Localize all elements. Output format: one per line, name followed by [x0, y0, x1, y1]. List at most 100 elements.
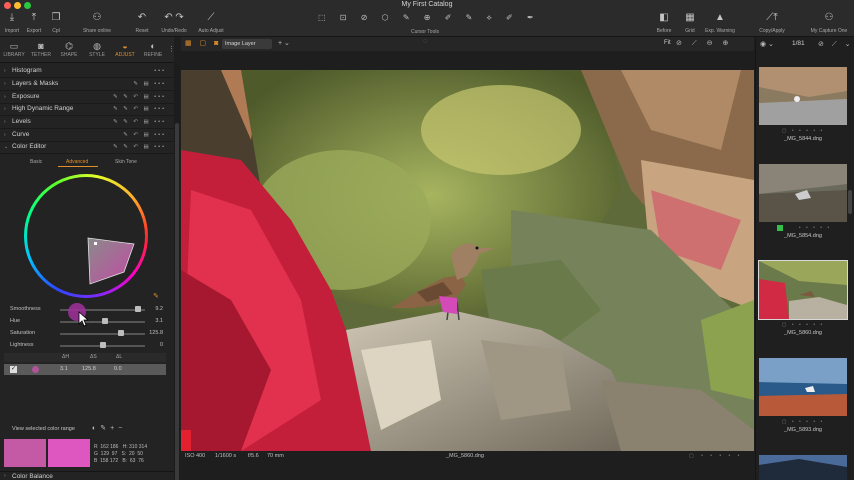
grid-button[interactable]: ▦ Grid [680, 12, 700, 34]
main-toolbar: My First Catalog ⤓ Import ⤒ Export ❐ Cpl ⚇ S… [0, 0, 854, 37]
thumbnail-4-rating[interactable]: ▢ • • • • • [759, 419, 847, 425]
viewer-right-controls[interactable]: ⊘ ⟋ ⊖ ⊕ [676, 39, 732, 48]
color-table-header: ΔH ΔS ΔL [4, 353, 166, 362]
active-tab-underline [58, 166, 98, 167]
thumbnail-3[interactable] [758, 260, 848, 320]
section-hdr[interactable]: › High Dynamic Range ✎ ✎ ↶ ▤ ••• [0, 103, 174, 116]
scrollbar-thumb[interactable] [175, 123, 179, 480]
section-actions-icon[interactable]: ✎ ▤ ••• [133, 78, 166, 91]
undo-redo-button[interactable]: ↶ ↷ Undo/Redo [158, 12, 190, 34]
adjust-icon: ◒ [122, 41, 128, 51]
chevron-right-icon: › [4, 94, 6, 100]
warning-icon: ▲ [715, 12, 725, 23]
tool-panel-scrollbar[interactable] [174, 63, 180, 480]
slider-knob[interactable] [99, 342, 106, 348]
remove-icon[interactable]: − [118, 425, 126, 432]
tab-style[interactable]: ◍ STYLE [83, 40, 111, 58]
thumbnail-3-rating[interactable]: ▢ • • • • • [759, 322, 847, 328]
share-online-button[interactable]: ⚇ Share online [80, 12, 114, 34]
browser-view-icon[interactable]: ◉ ⌄ [760, 40, 774, 48]
auto-adjust-icon: ⟋ [207, 12, 215, 23]
section-color-editor[interactable]: ⌄ Color Editor ✎ ✎ ↶ ▤ ••• [0, 141, 174, 154]
undo-redo-icon: ↶ ↷ [164, 12, 184, 23]
browser-controls[interactable]: ⊘ ⟋ ⌄ [818, 40, 854, 49]
color-swatch-icon [32, 366, 39, 373]
import-button[interactable]: ⤓ Import [2, 12, 22, 34]
thumbnail-2[interactable] [759, 164, 847, 222]
section-levels[interactable]: › Levels ✎ ✎ ↶ ▤ ••• [0, 116, 174, 129]
photo-filename: _MG_5860.dng [446, 453, 484, 459]
export-icon: ⤒ [31, 12, 37, 23]
slider-knob[interactable] [102, 318, 109, 324]
picker-icon[interactable]: ✎ [100, 425, 110, 432]
camera-icon: ◙ [38, 41, 44, 51]
copy-apply-icon: ⟋⤒ [766, 12, 778, 23]
main-photo[interactable] [181, 70, 754, 451]
color-range-selector[interactable] [86, 236, 136, 288]
section-exposure[interactable]: › Exposure ✎ ✎ ↶ ▤ ••• [0, 91, 174, 104]
section-layers-masks[interactable]: › Layers & Masks ✎ ▤ ••• [0, 78, 174, 91]
chevron-right-icon: › [4, 473, 6, 479]
section-actions-icon[interactable]: ✎ ✎ ↶ ▤ ••• [113, 91, 166, 104]
thumbnail-1[interactable] [759, 67, 847, 125]
tab-skin-tone[interactable]: Skin Tone [115, 159, 137, 165]
color-table-row[interactable]: ✓ 3.1 125.8 0.0 [4, 364, 166, 375]
cursor-tools[interactable]: ⬚ ⊡ ⊘ ⬡ ✎ ⊕ ✐ ✎ ⟡ ✐ ✒ [318, 13, 538, 25]
tab-basic[interactable]: Basic [30, 159, 42, 165]
more-tabs-icon[interactable]: ⋮ [168, 45, 175, 53]
reset-button[interactable]: ↶ Reset [132, 12, 152, 34]
thumbnail-4[interactable] [759, 358, 847, 416]
thumbnail-5[interactable] [759, 455, 847, 480]
section-actions-icon[interactable]: ✎ ✎ ↶ ▤ ••• [113, 116, 166, 129]
rating-dots[interactable]: ▢ • • • • • [689, 453, 742, 459]
auto-adjust-button[interactable]: ⟋ Auto Adjust [194, 12, 228, 34]
copy-apply-button[interactable]: ⟋⤒ Copy/Apply [756, 12, 788, 34]
thumbnail-4-filename: _MG_5893.dng [784, 427, 822, 433]
chevron-right-icon: › [4, 132, 6, 138]
section-actions-icon[interactable]: ✎ ✎ ↶ ▤ ••• [113, 103, 166, 116]
image-count: 1/81 [792, 40, 805, 47]
section-actions-icon[interactable]: ✎ ↶ ▤ ••• [123, 129, 166, 142]
tab-adjust[interactable]: ◒ ADJUST [111, 40, 139, 58]
viewer-mode-icons[interactable]: ▦ ▢ ◙ [185, 39, 221, 47]
tab-tether[interactable]: ◙ TETHER [27, 40, 55, 58]
layer-select[interactable]: Image Layer [222, 39, 272, 49]
slider-knob[interactable] [118, 330, 125, 336]
add-layer-icon[interactable]: + ⌄ [278, 39, 290, 47]
zoom-select[interactable]: Fit [664, 40, 671, 46]
chevron-right-icon: › [4, 68, 6, 74]
section-color-balance[interactable]: › Color Balance [0, 471, 174, 480]
color-picker-icon[interactable]: ✎ [153, 292, 159, 300]
reset-icon: ↶ [137, 12, 147, 23]
section-actions-icon[interactable]: ✎ ✎ ↶ ▤ ••• [113, 141, 166, 154]
view-range-toggle-icon[interactable]: ◐ [92, 425, 100, 432]
user-icon: ⚇ [824, 12, 834, 23]
before-button[interactable]: ◧ Before [652, 12, 676, 34]
tab-library[interactable]: ▭ LIBRARY [0, 40, 28, 58]
copy-button[interactable]: ❐ Cpl [48, 12, 64, 34]
tab-advanced[interactable]: Advanced [66, 159, 88, 165]
color-readout: R 162 186 H: 310 314 G 129 97 S: 20 50 B… [94, 444, 148, 464]
more-icon[interactable]: ••• [154, 65, 166, 78]
exposure-warning-button[interactable]: ▲ Exp. Warning [702, 12, 738, 34]
refine-icon: ◐ [150, 41, 156, 51]
export-button[interactable]: ⤒ Export [24, 12, 44, 34]
thumbnail-2-rating[interactable]: • • • • • [771, 225, 854, 231]
photo-status-bar: ISO 400 1/1600 s f/5.6 70 mm _MG_5860.dn… [181, 451, 754, 463]
browser-scrollbar-thumb[interactable] [848, 190, 852, 214]
lightness-slider[interactable]: Lightness 0 [10, 341, 165, 351]
add-icon[interactable]: + [110, 425, 118, 432]
chevron-down-icon: ⌄ [4, 144, 9, 150]
section-curve[interactable]: › Curve ✎ ↶ ▤ ••• [0, 129, 174, 142]
saturation-slider[interactable]: Saturation 125.8 [10, 329, 165, 339]
mouse-pointer-icon [78, 311, 90, 327]
sync-icon: ◌ [423, 38, 428, 45]
slider-knob[interactable] [135, 306, 142, 312]
app-window: My First Catalog ⤓ Import ⤒ Export ❐ Cpl ⚇ S… [0, 0, 854, 480]
tab-refine[interactable]: ◐ REFINE [139, 40, 167, 58]
section-histogram[interactable]: › Histogram ••• [0, 65, 174, 78]
my-capture-one-button[interactable]: ⚇ My Capture One [806, 12, 852, 34]
thumbnail-1-rating[interactable]: ▢ • • • • • [759, 128, 847, 134]
tab-shape[interactable]: ⌬ SHAPE [55, 40, 83, 58]
enable-checkbox[interactable]: ✓ [10, 366, 17, 373]
